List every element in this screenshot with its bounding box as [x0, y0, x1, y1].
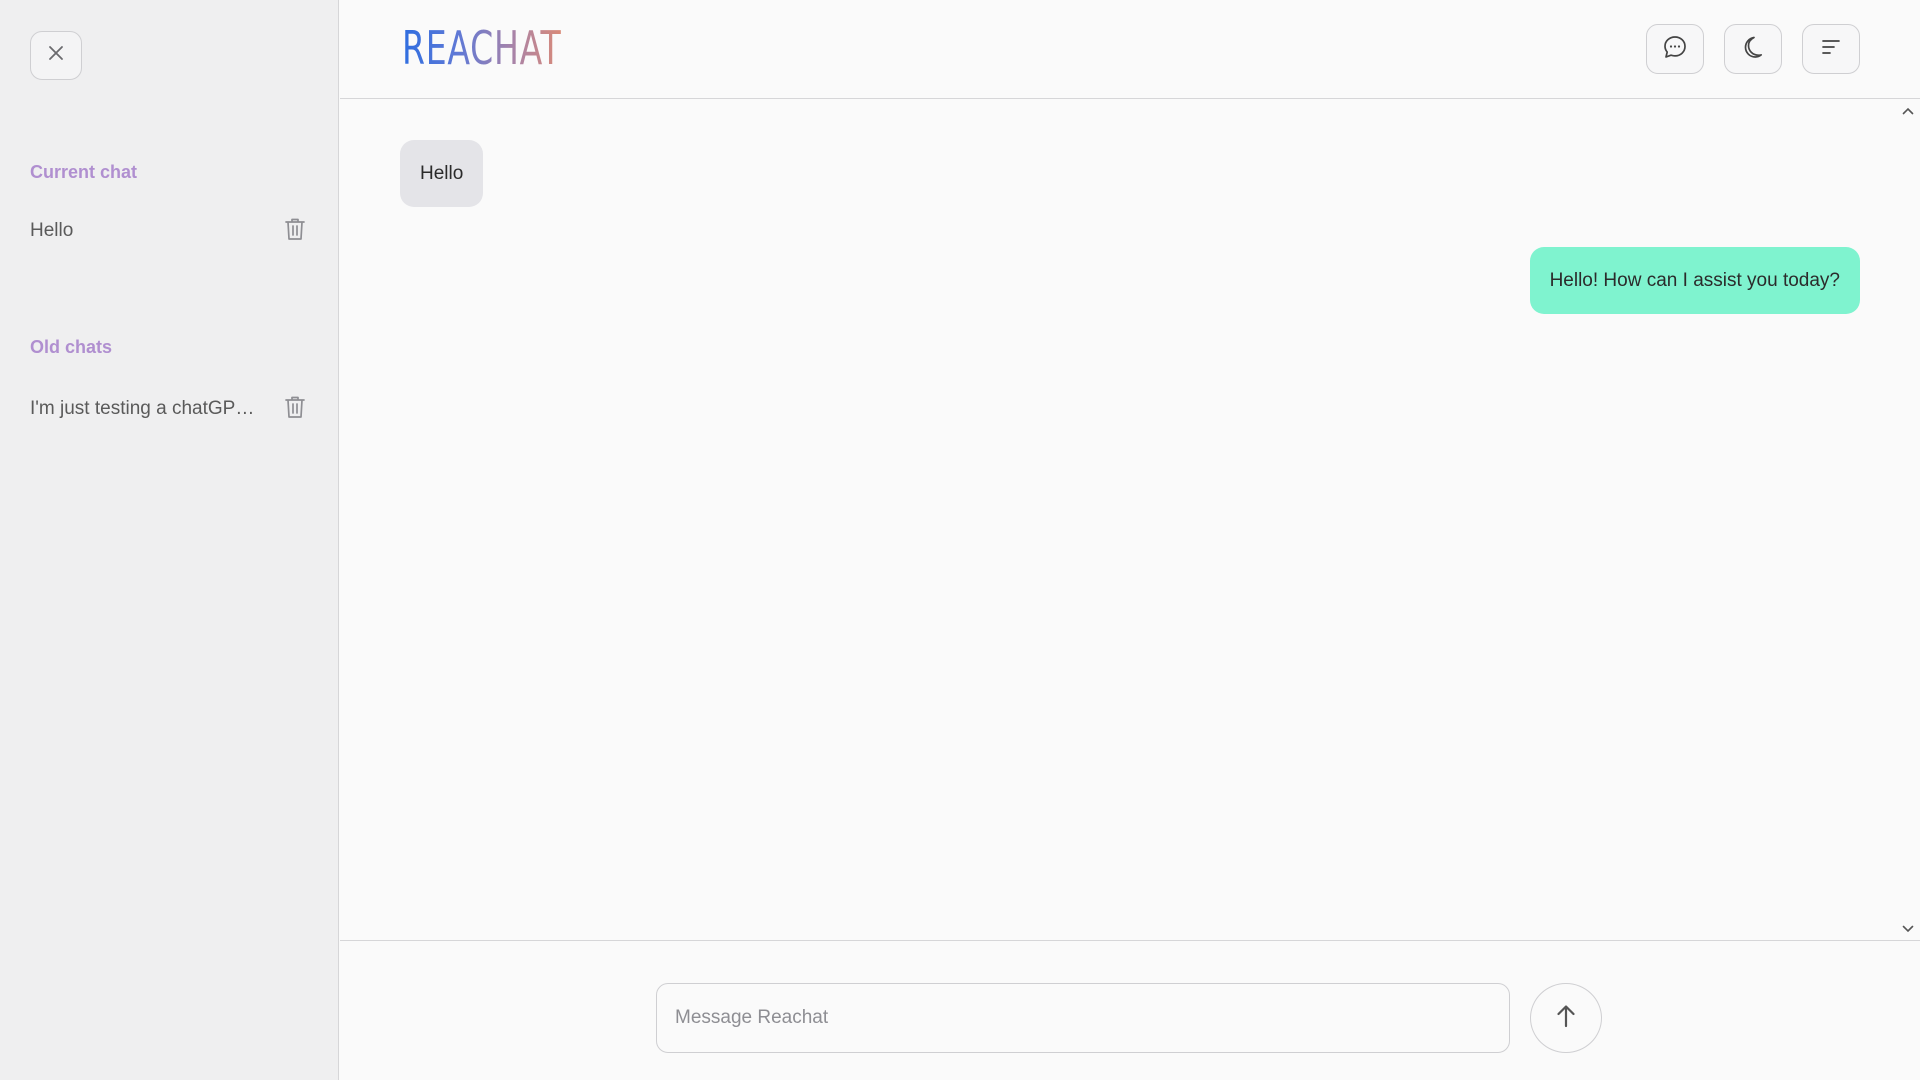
app-logo: REACHAT: [402, 20, 623, 75]
chat-item-label: Hello: [30, 220, 74, 241]
trash-icon: [284, 395, 306, 424]
send-button[interactable]: [1530, 983, 1602, 1053]
arrow-up-icon: [1553, 1002, 1579, 1035]
current-chat-item[interactable]: Hello: [30, 211, 310, 251]
theme-toggle-button[interactable]: [1724, 24, 1782, 74]
chat-messages: Hello Hello! How can I assist you today?: [340, 100, 1920, 940]
old-chat-item[interactable]: I'm just testing a chatGPT clone: [30, 389, 310, 429]
chat-scrollbar[interactable]: [1896, 100, 1920, 940]
menu-button[interactable]: [1802, 24, 1860, 74]
top-header: REACHAT: [340, 0, 1920, 99]
delete-current-chat-button[interactable]: [280, 216, 310, 246]
scroll-up-icon[interactable]: [1901, 104, 1915, 118]
assistant-message: Hello! How can I assist you today?: [1529, 247, 1860, 314]
message-input[interactable]: [656, 983, 1510, 1053]
message-composer: [340, 940, 1920, 1080]
moon-icon: [1740, 34, 1766, 65]
chat-bubble-icon: [1662, 34, 1688, 65]
user-message: Hello: [400, 140, 484, 207]
chat-item-label: I'm just testing a chatGPT clone: [30, 398, 255, 419]
logo-text: REACHAT: [402, 20, 562, 75]
close-sidebar-button[interactable]: [30, 31, 82, 80]
new-chat-button[interactable]: [1646, 24, 1704, 74]
delete-old-chat-button[interactable]: [280, 394, 310, 424]
sidebar: Current chat Hello Old chats I'm just te…: [0, 0, 339, 1080]
trash-icon: [284, 217, 306, 246]
scroll-down-icon[interactable]: [1901, 922, 1915, 936]
current-chat-heading: Current chat: [30, 162, 138, 182]
menu-icon: [1819, 35, 1843, 64]
old-chats-heading: Old chats: [30, 337, 113, 357]
close-icon: [46, 43, 66, 68]
